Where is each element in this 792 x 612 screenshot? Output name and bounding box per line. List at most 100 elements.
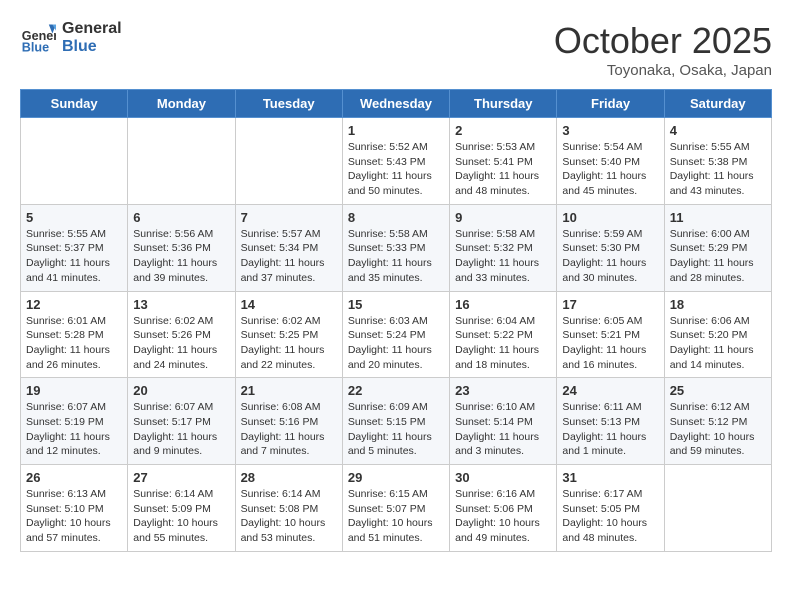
day-number: 16	[455, 297, 551, 312]
day-number: 19	[26, 383, 122, 398]
calendar-week-row: 5Sunrise: 5:55 AM Sunset: 5:37 PM Daylig…	[21, 204, 772, 291]
calendar-week-row: 12 Sunrise: 6:01 AM Sunset: 5:28 PM Dayli…	[21, 291, 772, 378]
calendar-cell: 14 Sunrise: 6:02 AM Sunset: 5:25 PM Dayli…	[235, 291, 342, 378]
day-number: 26	[26, 470, 122, 485]
calendar-table: SundayMondayTuesdayWednesdayThursdayFrid…	[20, 89, 772, 552]
calendar-cell: 21Sunrise: 6:08 AM Sunset: 5:16 PM Dayli…	[235, 378, 342, 465]
day-info: Sunrise: 5:59 AM Sunset: 5:30 PM Dayligh…	[562, 227, 658, 286]
day-info: Sunrise: 5:55 AM Sunset: 5:37 PM Dayligh…	[26, 227, 122, 286]
day-number: 18	[670, 297, 766, 312]
day-number: 2	[455, 123, 551, 138]
day-info: Sunrise: 6:13 AM Sunset: 5:10 PM Dayligh…	[26, 487, 122, 546]
calendar-cell: 8 Sunrise: 5:58 AM Sunset: 5:33 PM Daylig…	[342, 204, 449, 291]
weekday-header-wednesday: Wednesday	[342, 90, 449, 118]
day-number: 10	[562, 210, 658, 225]
day-number: 9	[455, 210, 551, 225]
weekday-header-tuesday: Tuesday	[235, 90, 342, 118]
calendar-cell	[664, 465, 771, 552]
day-info: Sunrise: 5:58 AM Sunset: 5:32 PM Dayligh…	[455, 227, 551, 286]
day-number: 3	[562, 123, 658, 138]
day-info: Sunrise: 6:07 AM Sunset: 5:19 PM Dayligh…	[26, 400, 122, 459]
calendar-cell: 22 Sunrise: 6:09 AM Sunset: 5:15 PM Dayli…	[342, 378, 449, 465]
calendar-week-row: 26 Sunrise: 6:13 AM Sunset: 5:10 PM Dayli…	[21, 465, 772, 552]
day-number: 1	[348, 123, 444, 138]
calendar-cell: 3 Sunrise: 5:54 AM Sunset: 5:40 PM Daylig…	[557, 118, 664, 205]
day-info: Sunrise: 6:10 AM Sunset: 5:14 PM Dayligh…	[455, 400, 551, 459]
weekday-header-friday: Friday	[557, 90, 664, 118]
calendar-cell: 24 Sunrise: 6:11 AM Sunset: 5:13 PM Dayli…	[557, 378, 664, 465]
day-number: 12	[26, 297, 122, 312]
day-info: Sunrise: 6:11 AM Sunset: 5:13 PM Dayligh…	[562, 400, 658, 459]
day-info: Sunrise: 6:09 AM Sunset: 5:15 PM Dayligh…	[348, 400, 444, 459]
calendar-cell: 15 Sunrise: 6:03 AM Sunset: 5:24 PM Dayli…	[342, 291, 449, 378]
day-info: Sunrise: 6:15 AM Sunset: 5:07 PM Dayligh…	[348, 487, 444, 546]
page-header: General Blue General Blue October 2025 T…	[20, 20, 772, 79]
logo-text-general: General	[62, 20, 122, 38]
day-number: 13	[133, 297, 229, 312]
calendar-cell: 26 Sunrise: 6:13 AM Sunset: 5:10 PM Dayli…	[21, 465, 128, 552]
calendar-cell: 20Sunrise: 6:07 AM Sunset: 5:17 PM Dayli…	[128, 378, 235, 465]
weekday-header-row: SundayMondayTuesdayWednesdayThursdayFrid…	[21, 90, 772, 118]
calendar-cell: 10 Sunrise: 5:59 AM Sunset: 5:30 PM Dayli…	[557, 204, 664, 291]
day-number: 25	[670, 383, 766, 398]
calendar-cell: 1Sunrise: 5:52 AM Sunset: 5:43 PM Daylig…	[342, 118, 449, 205]
day-number: 27	[133, 470, 229, 485]
day-info: Sunrise: 6:12 AM Sunset: 5:12 PM Dayligh…	[670, 400, 766, 459]
calendar-cell: 12 Sunrise: 6:01 AM Sunset: 5:28 PM Dayli…	[21, 291, 128, 378]
day-info: Sunrise: 5:58 AM Sunset: 5:33 PM Dayligh…	[348, 227, 444, 286]
day-info: Sunrise: 5:57 AM Sunset: 5:34 PM Dayligh…	[241, 227, 337, 286]
calendar-cell: 28 Sunrise: 6:14 AM Sunset: 5:08 PM Dayli…	[235, 465, 342, 552]
calendar-cell: 23 Sunrise: 6:10 AM Sunset: 5:14 PM Dayli…	[450, 378, 557, 465]
day-number: 29	[348, 470, 444, 485]
day-number: 23	[455, 383, 551, 398]
day-info: Sunrise: 6:14 AM Sunset: 5:08 PM Dayligh…	[241, 487, 337, 546]
calendar-cell: 27 Sunrise: 6:14 AM Sunset: 5:09 PM Dayli…	[128, 465, 235, 552]
day-number: 6	[133, 210, 229, 225]
calendar-cell: 2 Sunrise: 5:53 AM Sunset: 5:41 PM Daylig…	[450, 118, 557, 205]
day-info: Sunrise: 6:05 AM Sunset: 5:21 PM Dayligh…	[562, 314, 658, 373]
day-number: 15	[348, 297, 444, 312]
calendar-cell: 11 Sunrise: 6:00 AM Sunset: 5:29 PM Dayli…	[664, 204, 771, 291]
day-info: Sunrise: 6:06 AM Sunset: 5:20 PM Dayligh…	[670, 314, 766, 373]
day-number: 7	[241, 210, 337, 225]
day-info: Sunrise: 5:53 AM Sunset: 5:41 PM Dayligh…	[455, 140, 551, 199]
day-info: Sunrise: 6:04 AM Sunset: 5:22 PM Dayligh…	[455, 314, 551, 373]
day-info: Sunrise: 6:03 AM Sunset: 5:24 PM Dayligh…	[348, 314, 444, 373]
day-info: Sunrise: 6:00 AM Sunset: 5:29 PM Dayligh…	[670, 227, 766, 286]
day-number: 28	[241, 470, 337, 485]
weekday-header-saturday: Saturday	[664, 90, 771, 118]
calendar-cell: 16 Sunrise: 6:04 AM Sunset: 5:22 PM Dayli…	[450, 291, 557, 378]
day-info: Sunrise: 6:14 AM Sunset: 5:09 PM Dayligh…	[133, 487, 229, 546]
day-info: Sunrise: 6:02 AM Sunset: 5:25 PM Dayligh…	[241, 314, 337, 373]
calendar-cell: 31Sunrise: 6:17 AM Sunset: 5:05 PM Dayli…	[557, 465, 664, 552]
calendar-cell: 30Sunrise: 6:16 AM Sunset: 5:06 PM Dayli…	[450, 465, 557, 552]
calendar-cell: 17Sunrise: 6:05 AM Sunset: 5:21 PM Dayli…	[557, 291, 664, 378]
calendar-cell	[21, 118, 128, 205]
calendar-cell: 18 Sunrise: 6:06 AM Sunset: 5:20 PM Dayli…	[664, 291, 771, 378]
day-number: 24	[562, 383, 658, 398]
day-info: Sunrise: 6:02 AM Sunset: 5:26 PM Dayligh…	[133, 314, 229, 373]
day-number: 20	[133, 383, 229, 398]
weekday-header-monday: Monday	[128, 90, 235, 118]
calendar-cell: 25 Sunrise: 6:12 AM Sunset: 5:12 PM Dayli…	[664, 378, 771, 465]
day-number: 4	[670, 123, 766, 138]
day-info: Sunrise: 6:17 AM Sunset: 5:05 PM Dayligh…	[562, 487, 658, 546]
day-info: Sunrise: 5:54 AM Sunset: 5:40 PM Dayligh…	[562, 140, 658, 199]
weekday-header-thursday: Thursday	[450, 90, 557, 118]
day-number: 14	[241, 297, 337, 312]
logo-text-blue: Blue	[62, 38, 122, 56]
day-info: Sunrise: 5:56 AM Sunset: 5:36 PM Dayligh…	[133, 227, 229, 286]
day-number: 22	[348, 383, 444, 398]
title-block: October 2025 Toyonaka, Osaka, Japan	[554, 20, 772, 79]
day-number: 8	[348, 210, 444, 225]
logo-icon: General Blue	[20, 20, 56, 56]
calendar-week-row: 19 Sunrise: 6:07 AM Sunset: 5:19 PM Dayli…	[21, 378, 772, 465]
calendar-cell: 5Sunrise: 5:55 AM Sunset: 5:37 PM Daylig…	[21, 204, 128, 291]
weekday-header-sunday: Sunday	[21, 90, 128, 118]
calendar-cell	[235, 118, 342, 205]
day-info: Sunrise: 6:01 AM Sunset: 5:28 PM Dayligh…	[26, 314, 122, 373]
location-subtitle: Toyonaka, Osaka, Japan	[554, 62, 772, 79]
calendar-week-row: 1Sunrise: 5:52 AM Sunset: 5:43 PM Daylig…	[21, 118, 772, 205]
calendar-cell: 29 Sunrise: 6:15 AM Sunset: 5:07 PM Dayli…	[342, 465, 449, 552]
day-number: 11	[670, 210, 766, 225]
